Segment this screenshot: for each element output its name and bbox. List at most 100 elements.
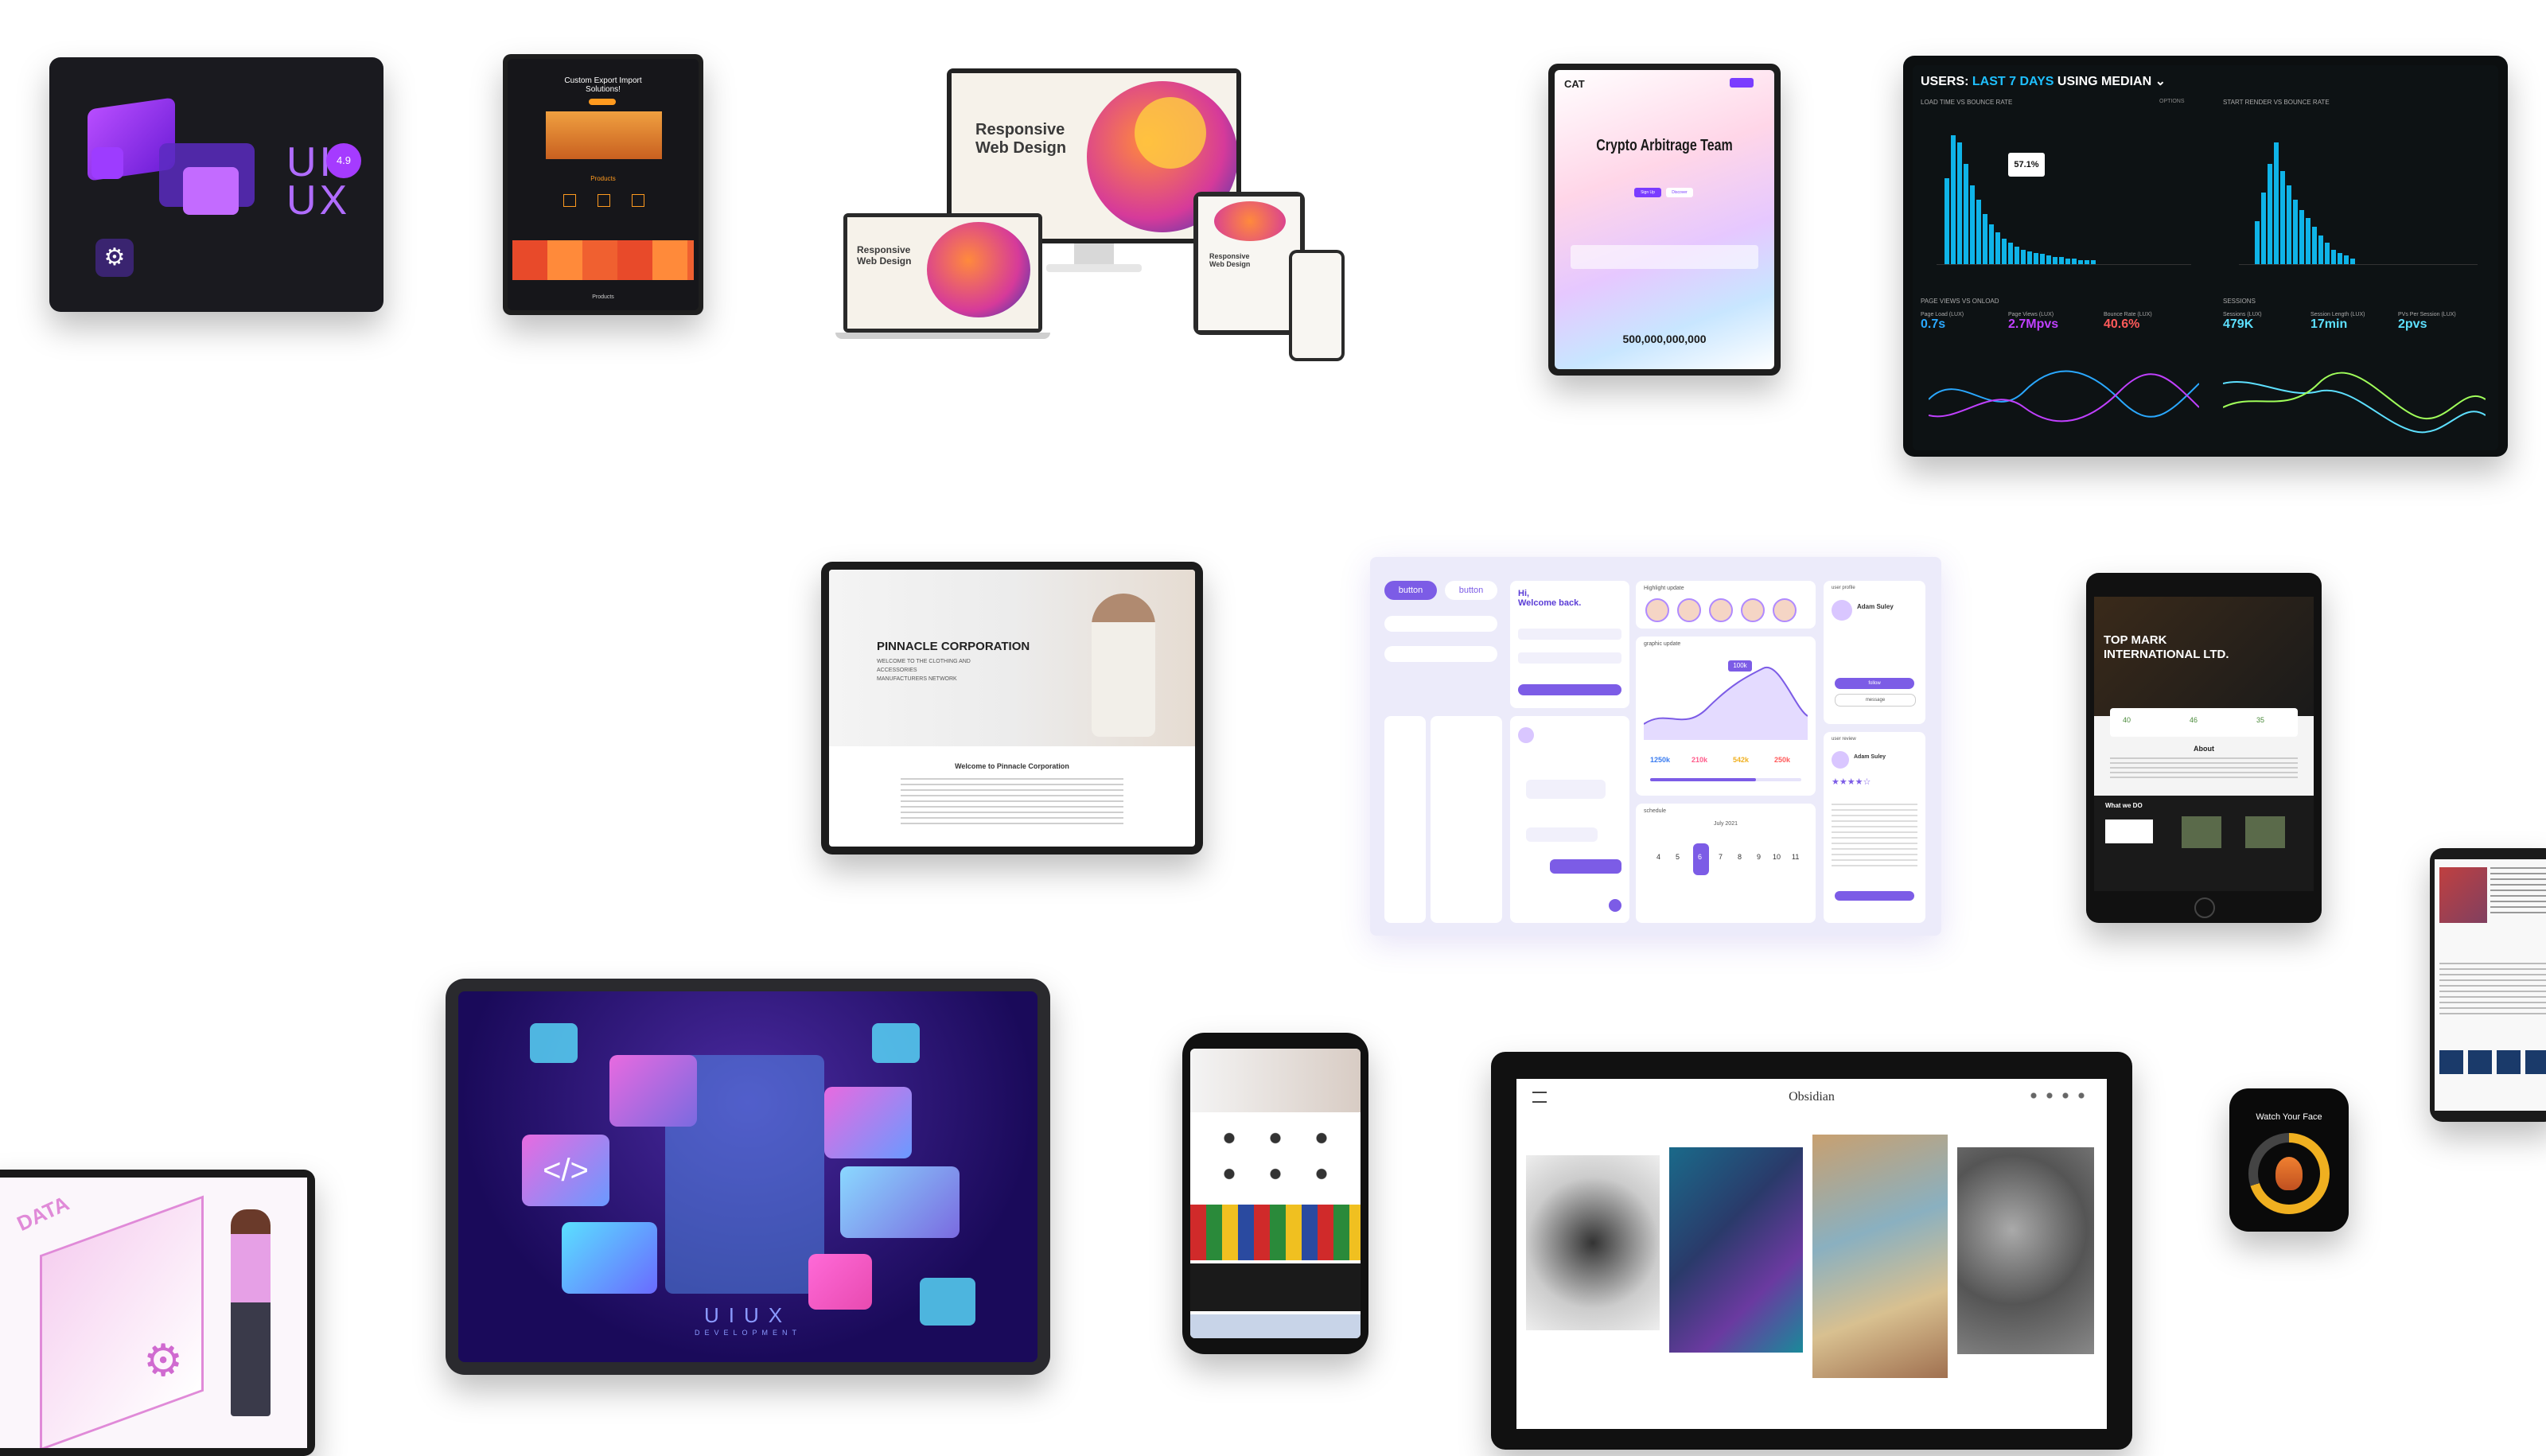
colorful-clothes (1190, 1205, 1361, 1260)
stat-value: 1250k (1650, 756, 1671, 764)
responsive-tablet: Responsive Web Design (1193, 192, 1305, 335)
gear-icon: ⚙ (143, 1335, 184, 1385)
laptop: Responsive Web Design (843, 213, 1042, 333)
tooltip-value: 57.1% (2014, 160, 2039, 169)
avatar (1645, 598, 1669, 622)
highlight-card: Highlight update (1636, 581, 1816, 629)
home-button[interactable] (2194, 897, 2215, 918)
login-button[interactable] (1518, 684, 1621, 695)
button-primary[interactable]: button (1384, 581, 1437, 600)
search-input-2[interactable] (1384, 646, 1497, 662)
product-grid (512, 240, 694, 280)
metric-4: Session Length (LUX) 17min (2310, 312, 2365, 332)
day-cell[interactable]: 8 (1738, 853, 1742, 861)
schedule-title: schedule (1644, 808, 1667, 814)
message-button[interactable]: message (1835, 694, 1916, 707)
avatar (1832, 600, 1852, 621)
password-field[interactable] (1518, 652, 1621, 664)
day-cell[interactable]: 7 (1719, 853, 1723, 861)
profile-name: Adam Suley (1857, 603, 1894, 610)
stat-value: 542k (1733, 756, 1750, 764)
sign-up-label: Sign Up (1641, 190, 1655, 195)
metric-label: PVs Per Session (LUX) (2398, 312, 2456, 317)
metric-0: Page Load (LUX) 0.7s (1921, 312, 1964, 332)
button-primary-label: button (1398, 586, 1423, 595)
section2-title: SESSIONS (2223, 298, 2256, 305)
icon-grid (1206, 1120, 1345, 1192)
gallery-image-3[interactable] (1812, 1135, 1948, 1378)
gallery-image-1[interactable] (1526, 1155, 1660, 1330)
date-strip: 4 5 6 7 8 9 10 11 (1645, 843, 1806, 875)
gear-icon: ⚙ (95, 239, 134, 277)
day-cell[interactable]: 5 (1676, 853, 1680, 861)
button-secondary[interactable]: button (1445, 581, 1497, 600)
gallery-image-4[interactable] (1957, 1147, 2094, 1354)
pinnacle-tablet: PINNACLE CORPORATION WELCOME TO THE CLOT… (821, 562, 1203, 855)
about-heading: About (2194, 745, 2214, 753)
search-input[interactable] (1384, 616, 1497, 632)
discover-button[interactable]: Discover (1666, 188, 1693, 197)
metric-2: Bounce Rate (LUX) 40.6% (2104, 312, 2152, 332)
crypto-tablet: CAT Crypto Arbitrage Team Sign Up Discov… (1548, 64, 1781, 376)
avatar (1677, 598, 1701, 622)
stat-value: 210k (1691, 756, 1708, 764)
social-icons[interactable] (2026, 1092, 2089, 1100)
options-link[interactable]: OPTIONS (2159, 99, 2185, 104)
day-cell[interactable]: 11 (1792, 853, 1799, 861)
day-cell[interactable]: 4 (1656, 853, 1660, 861)
laptop-heading: Responsive Web Design (857, 244, 912, 267)
rating-badge: 4.9 (326, 143, 361, 178)
metric-value: 2.7Mpvs (2008, 317, 2059, 331)
email-field[interactable] (1518, 629, 1621, 640)
metric-value: 40.6% (2104, 317, 2140, 331)
code-icon: </> (522, 1135, 609, 1206)
graphic-card: graphic update 100k 1250k 210k 542k 250k (1636, 637, 1816, 796)
uiux-tablet: ⚙ UI UX 4.9 (49, 57, 383, 312)
data-tablet: DATA ⚙ (0, 1170, 315, 1456)
nav-button[interactable] (1730, 78, 1754, 88)
metric-label: Page Load (LUX) (1921, 312, 1964, 317)
follow-button[interactable]: follow (1835, 678, 1914, 689)
text-block-icon (840, 1166, 960, 1238)
avatar (1518, 727, 1534, 743)
highlight-title: Highlight update (1644, 586, 1684, 591)
pinnacle-title: PINNACLE CORPORATION (877, 640, 1030, 653)
stats-strip: 40 46 35 (2110, 708, 2298, 737)
lavender-dashboard: button button Hi, Welcome back. Highligh… (1370, 557, 1941, 936)
review-card: user review Adam Suley ★★★★☆ (1824, 732, 1925, 923)
stat-value: 35 (2256, 716, 2265, 724)
chevron-down-icon[interactable]: ⌄ (2155, 75, 2166, 88)
stat-value: 46 (2190, 716, 2198, 724)
fashion-hero (1190, 1049, 1361, 1112)
day-cell-selected[interactable]: 6 (1698, 853, 1702, 861)
fashion-phone (1182, 1033, 1368, 1354)
message-label: message (1865, 698, 1886, 703)
review-button[interactable] (1835, 891, 1914, 901)
gallery-image-2[interactable] (1669, 1147, 1803, 1353)
metric-label: Bounce Rate (LUX) (2104, 312, 2152, 317)
metric-5: PVs Per Session (LUX) 2pvs (2398, 312, 2456, 332)
pinnacle-subtitle: WELCOME TO THE CLOTHING AND ACCESSORIES … (877, 659, 971, 682)
review-label: user review (1832, 737, 1856, 742)
peak-value: 100k (1733, 662, 1747, 669)
uiux-label: UIUX (703, 1303, 792, 1327)
sidebar-nav (1384, 716, 1426, 923)
day-cell[interactable]: 9 (1757, 853, 1761, 861)
lock-icon (91, 147, 123, 179)
send-button[interactable] (1609, 899, 1621, 912)
day-cell[interactable]: 10 (1773, 853, 1781, 861)
responsive-heading: Responsive Web Design (975, 121, 1067, 157)
section1-title: PAGE VIEWS VS ONLOAD (1921, 298, 1999, 305)
area-chart (1644, 666, 1808, 740)
footer-label: Products (592, 294, 614, 300)
stat-value: 40 (2123, 716, 2131, 724)
histogram-load-time: 57.1% (1937, 121, 2191, 265)
cursor-icon (808, 1254, 872, 1310)
metric-label: Page Views (LUX) (2008, 312, 2054, 317)
sign-up-button[interactable]: Sign Up (1634, 188, 1661, 197)
export-title: Custom Export Import Solutions! (564, 76, 642, 94)
play-icon (183, 167, 239, 215)
review-name: Adam Suley (1854, 754, 1886, 760)
what-we-do-section: What we DO (2094, 796, 2314, 891)
hero-button[interactable] (589, 99, 616, 105)
